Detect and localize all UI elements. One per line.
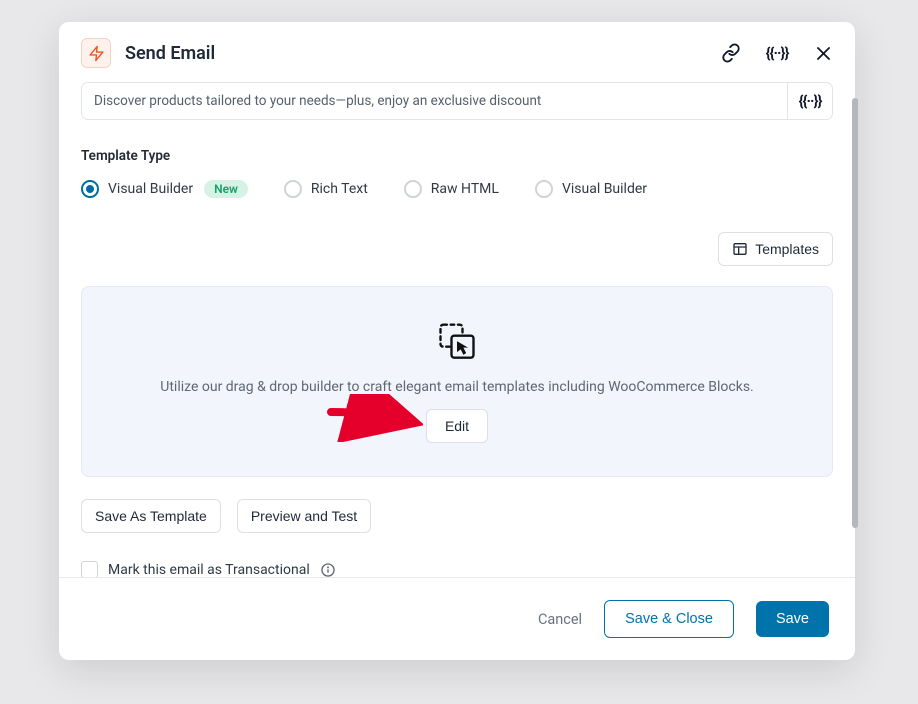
info-icon[interactable]: [320, 562, 336, 578]
edit-button[interactable]: Edit: [426, 409, 488, 443]
radio-dot-icon: [404, 180, 422, 198]
radio-dot-icon: [81, 180, 99, 198]
link-icon[interactable]: [721, 43, 741, 63]
preview-test-button[interactable]: Preview and Test: [237, 499, 371, 533]
templates-icon: [732, 241, 748, 257]
scrollbar-thumb[interactable]: [852, 98, 858, 528]
radio-label: Visual Builder: [562, 181, 647, 197]
builder-canvas: Utilize our drag & drop builder to craft…: [81, 286, 833, 477]
transactional-label: Mark this email as Transactional: [108, 562, 310, 578]
builder-description: Utilize our drag & drop builder to craft…: [160, 379, 753, 395]
save-button[interactable]: Save: [756, 601, 829, 637]
radio-label: Rich Text: [311, 181, 368, 197]
transactional-checkbox[interactable]: [81, 561, 98, 577]
modal-title: Send Email: [125, 43, 721, 64]
templates-label: Templates: [755, 241, 819, 257]
edit-label: Edit: [445, 418, 469, 434]
radio-raw-html[interactable]: Raw HTML: [404, 180, 499, 198]
modal-header: Send Email {{··}}: [59, 22, 855, 82]
radio-dot-icon: [535, 180, 553, 198]
radio-visual-builder[interactable]: Visual Builder: [535, 180, 647, 198]
smartcode-icon[interactable]: {{··}}: [767, 43, 787, 63]
radio-rich-text[interactable]: Rich Text: [284, 180, 368, 198]
templates-button[interactable]: Templates: [718, 232, 833, 266]
template-type-label: Template Type: [81, 148, 833, 164]
save-as-template-label: Save As Template: [95, 508, 207, 524]
insert-smartcode-button[interactable]: {{··}}: [787, 83, 832, 119]
smartcode-icon: {{··}}: [799, 92, 822, 110]
subject-row: Discover products tailored to your needs…: [81, 82, 833, 120]
modal-content: Discover products tailored to your needs…: [59, 82, 855, 577]
modal-footer: Cancel Save & Close Save: [59, 577, 855, 660]
drag-drop-icon: [435, 321, 479, 365]
annotation-arrow-icon: [327, 394, 423, 442]
radio-label: Raw HTML: [431, 181, 499, 197]
preview-test-label: Preview and Test: [251, 508, 357, 524]
bolt-icon: [81, 38, 111, 68]
save-as-template-button[interactable]: Save As Template: [81, 499, 221, 533]
close-icon[interactable]: [813, 43, 833, 63]
save-close-button[interactable]: Save & Close: [604, 600, 734, 638]
cancel-button[interactable]: Cancel: [538, 611, 582, 628]
send-email-modal: Send Email {{··}} Discover products tail…: [59, 22, 855, 660]
radio-dot-icon: [284, 180, 302, 198]
new-badge: New: [204, 180, 248, 198]
radio-visual-builder-new[interactable]: Visual Builder New: [81, 180, 248, 198]
radio-label: Visual Builder: [108, 181, 193, 197]
template-type-radios: Visual Builder New Rich Text Raw HTML Vi…: [81, 180, 833, 198]
subject-input[interactable]: Discover products tailored to your needs…: [82, 83, 787, 119]
